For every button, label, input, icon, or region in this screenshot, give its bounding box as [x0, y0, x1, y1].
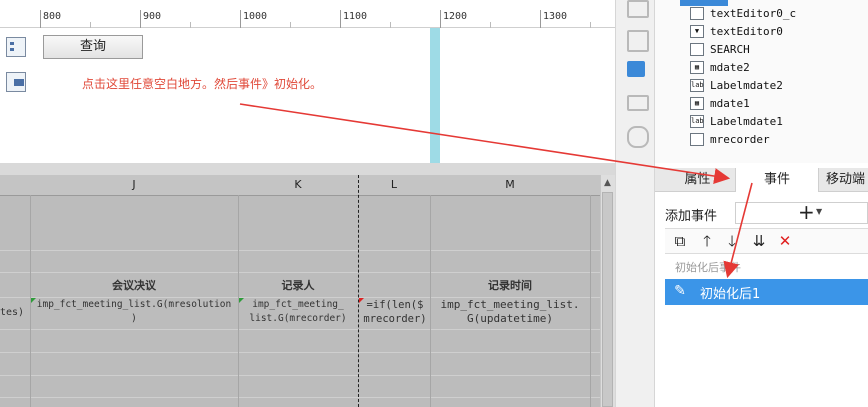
- annotation-arrows: [239, 103, 753, 279]
- annotation-arrow-to-events-tab: [239, 103, 731, 184]
- annotation-arrow-to-event-item: [723, 182, 753, 279]
